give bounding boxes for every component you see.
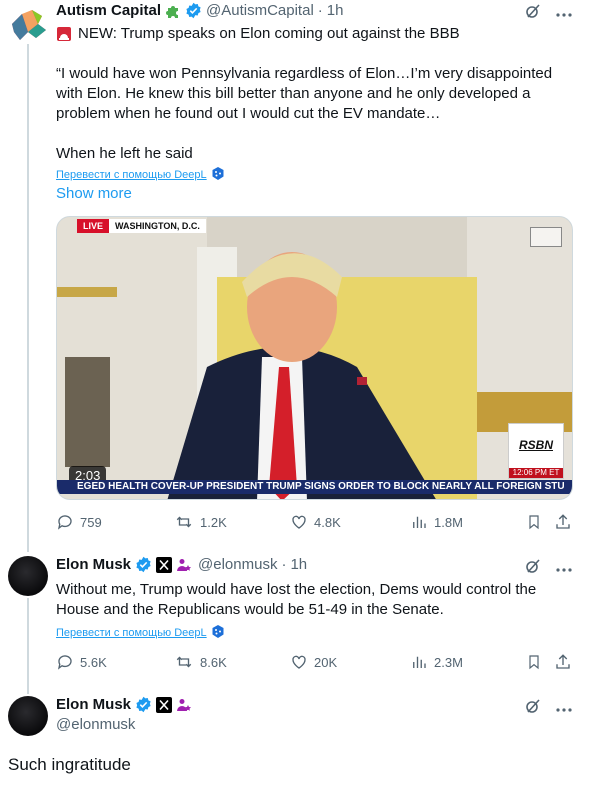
video-player[interactable]: LIVE WASHINGTON, D.C. RSBN 12:06 PM ET 2… xyxy=(56,216,573,500)
tweet-actions: 5.6K 8.6K 20K 2.3M xyxy=(56,653,576,673)
rsbn-logo: RSBN 12:06 PM ET xyxy=(508,423,564,479)
translate-link[interactable]: Перевести с помощью DeepL xyxy=(56,167,224,183)
reply-count: 5.6K xyxy=(80,654,107,670)
tweet-header-icons xyxy=(525,698,573,719)
deepl-icon xyxy=(212,167,224,183)
views-button[interactable]: 2.3M xyxy=(410,653,463,671)
tweet-header: Autism Capital @AutismCapital · 1h xyxy=(56,2,343,19)
reply-button[interactable]: 759 xyxy=(56,513,102,531)
government-figure-icon xyxy=(176,697,192,713)
verified-badge-icon xyxy=(135,696,152,713)
captions-icon[interactable] xyxy=(530,227,562,247)
deepl-icon xyxy=(212,625,224,641)
repost-button[interactable]: 8.6K xyxy=(174,653,227,671)
verified-badge-icon xyxy=(185,2,202,19)
views-icon xyxy=(413,516,426,528)
like-button[interactable]: 20K xyxy=(290,653,337,671)
bookmark-icon xyxy=(529,515,539,530)
translate-label: Перевести с помощью DeepL xyxy=(56,627,207,639)
view-count: 2.3M xyxy=(434,654,463,670)
x-affiliate-icon xyxy=(156,696,173,713)
timestamp[interactable]: 1h xyxy=(327,2,344,19)
more-options-icon[interactable] xyxy=(555,700,573,718)
like-button[interactable]: 4.8K xyxy=(290,513,341,531)
view-count: 1.8M xyxy=(434,514,463,530)
tweet-line-closing: When he left he said xyxy=(56,145,193,162)
avatar[interactable] xyxy=(8,556,48,596)
tweet-elon-reply[interactable]: Elon Musk @elonmusk · 1h Without me, Tru… xyxy=(0,552,591,692)
more-options-icon[interactable] xyxy=(555,560,573,578)
puzzle-emoji-icon xyxy=(165,3,181,19)
views-icon xyxy=(413,656,426,668)
bookmark-icon xyxy=(529,655,539,670)
separator-dot: · xyxy=(317,2,323,19)
display-name[interactable]: Autism Capital xyxy=(56,2,161,19)
tweet-text: Such ingratitude xyxy=(8,755,131,774)
reply-button[interactable]: 5.6K xyxy=(56,653,107,671)
timestamp[interactable]: 1h xyxy=(290,556,307,573)
puzzle-avatar-icon xyxy=(12,10,46,40)
bookmark-button[interactable] xyxy=(526,513,542,531)
tweet-header-icons xyxy=(525,3,573,24)
tweet-text: NEW: Trump speaks on Elon coming out aga… xyxy=(56,24,566,164)
avatar[interactable] xyxy=(8,2,48,42)
tweet-elon-focused[interactable]: Elon Musk @elonmusk Such ingratitude xyxy=(0,694,591,786)
tweet-handle-row: @elonmusk xyxy=(56,716,135,733)
grok-icon[interactable] xyxy=(525,698,541,719)
more-options-icon[interactable] xyxy=(555,5,573,23)
grok-icon[interactable] xyxy=(525,558,541,579)
heart-icon xyxy=(292,655,306,669)
handle[interactable]: @elonmusk xyxy=(198,556,277,573)
tweet-header: Elon Musk @elonmusk · 1h xyxy=(56,556,307,573)
translate-link[interactable]: Перевести с помощью DeepL xyxy=(56,625,224,641)
share-icon xyxy=(556,654,570,669)
location-label: WASHINGTON, D.C. xyxy=(109,219,206,233)
tweet-header: Elon Musk xyxy=(56,696,192,713)
tweet-header-icons xyxy=(525,558,573,579)
bookmark-button[interactable] xyxy=(526,653,542,671)
repost-count: 1.2K xyxy=(200,514,227,530)
handle[interactable]: @elonmusk xyxy=(56,716,135,733)
reply-icon xyxy=(57,515,72,530)
heart-icon xyxy=(292,515,306,529)
tweet-actions: 759 1.2K 4.8K 1.8M xyxy=(56,513,576,533)
tweet-autism-capital[interactable]: Autism Capital @AutismCapital · 1h NEW: … xyxy=(0,0,591,548)
tweet-line-quote: “I would have won Pennsylvania regardles… xyxy=(56,65,553,122)
separator-dot: · xyxy=(281,556,287,573)
live-label: LIVE xyxy=(77,219,110,233)
avatar[interactable] xyxy=(8,696,48,736)
handle[interactable]: @AutismCapital xyxy=(206,2,314,19)
rsbn-label: RSBN xyxy=(518,438,553,452)
siren-emoji-icon xyxy=(56,26,72,42)
display-name[interactable]: Elon Musk xyxy=(56,556,131,573)
tweet-line-headline: NEW: Trump speaks on Elon coming out aga… xyxy=(78,25,460,42)
repost-icon xyxy=(176,656,192,668)
repost-icon xyxy=(176,516,192,528)
share-icon xyxy=(556,514,570,529)
share-button[interactable] xyxy=(554,653,572,671)
translate-label: Перевести с помощью DeepL xyxy=(56,169,207,181)
display-name[interactable]: Elon Musk xyxy=(56,696,131,713)
share-button[interactable] xyxy=(554,513,572,531)
rsbn-time: 12:06 PM ET xyxy=(509,468,563,478)
views-button[interactable]: 1.8M xyxy=(410,513,463,531)
like-count: 20K xyxy=(314,654,338,670)
repost-count: 8.6K xyxy=(200,654,227,670)
reply-count: 759 xyxy=(80,514,102,530)
like-count: 4.8K xyxy=(314,514,341,530)
repost-button[interactable]: 1.2K xyxy=(174,513,227,531)
x-affiliate-icon xyxy=(156,556,173,573)
live-banner: LIVE WASHINGTON, D.C. xyxy=(77,219,206,233)
grok-icon[interactable] xyxy=(525,3,541,24)
government-figure-icon xyxy=(176,557,192,573)
news-ticker: EGED HEALTH COVER-UP PRESIDENT TRUMP SIG… xyxy=(57,480,572,494)
verified-badge-icon xyxy=(135,556,152,573)
video-thumbnail xyxy=(57,217,572,499)
show-more-link[interactable]: Show more xyxy=(56,185,132,202)
reply-icon xyxy=(57,655,72,670)
tweet-text: Without me, Trump would have lost the el… xyxy=(56,581,537,618)
